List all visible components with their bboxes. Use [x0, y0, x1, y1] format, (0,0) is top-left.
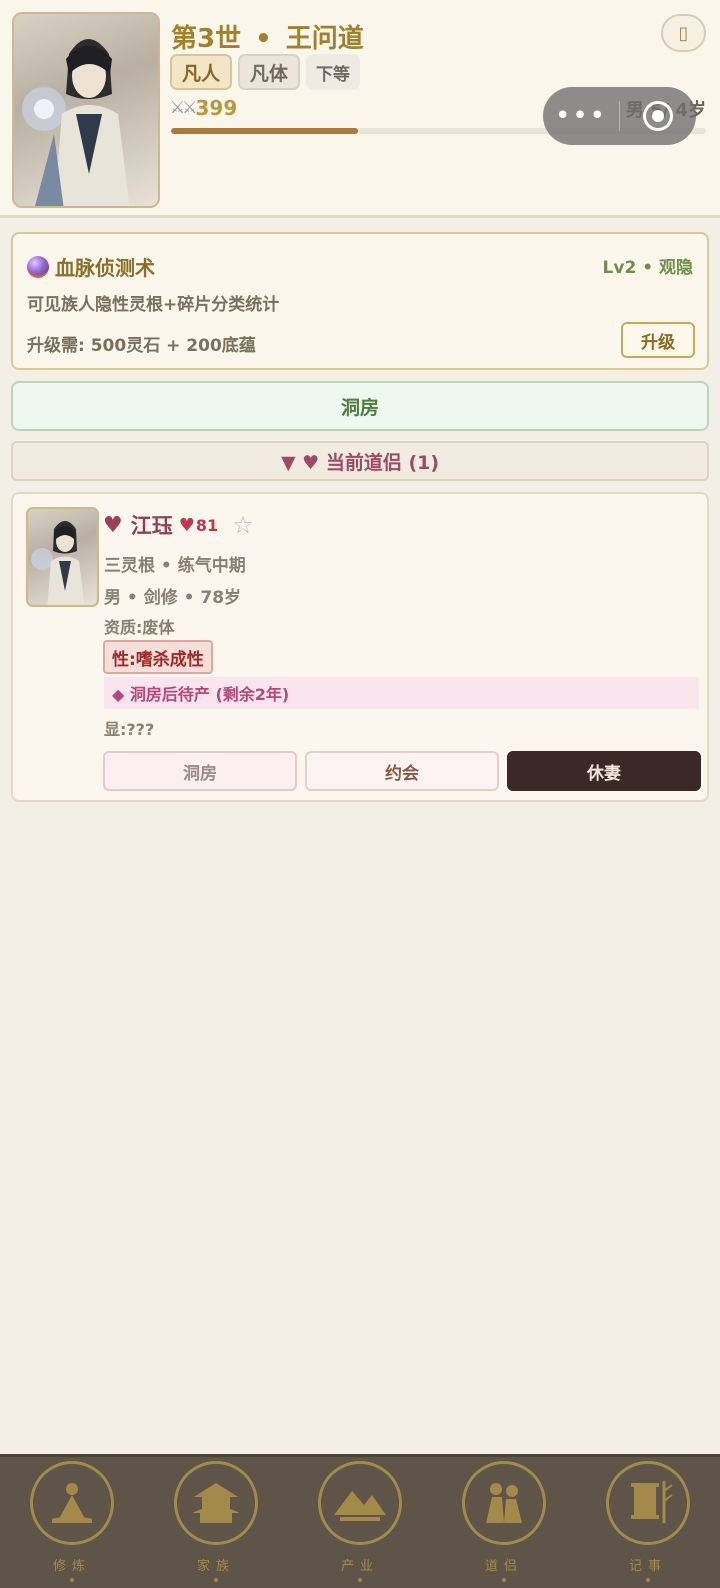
nav-item-family[interactable]: 家族 — [151, 1457, 281, 1588]
partner-name: 江珏 — [130, 514, 173, 538]
meditation-icon — [30, 1461, 114, 1545]
upgrade-cost: 升级需: 500灵石 + 200底蕴 — [27, 336, 256, 356]
skill-description: 可见族人隐性灵根+碎片分类统计 — [27, 295, 280, 315]
nav-label-partner: 道侣 — [484, 1559, 523, 1574]
date-button[interactable]: 约会 — [305, 751, 499, 791]
nav-label-cultivate: 修炼 — [52, 1559, 91, 1574]
mountain-village-icon — [318, 1461, 402, 1545]
heart-icon: ♥ — [103, 512, 123, 538]
portrait-illustration — [22, 39, 130, 206]
nav-item-partner[interactable]: 道侣 — [439, 1457, 569, 1588]
generation-label: 第3世 — [171, 24, 242, 54]
bridal-chamber-action-button[interactable]: 洞房 — [103, 751, 297, 791]
character-title: 第3世 • 王问道 — [171, 18, 364, 55]
character-portrait[interactable] — [12, 12, 160, 208]
crystal-orb-icon — [27, 255, 49, 278]
affection-heart-icon: ♥ — [178, 514, 195, 536]
nav-item-cultivate[interactable]: 修炼 — [7, 1457, 137, 1588]
partner-root-realm: 三灵根 • 练气中期 — [104, 556, 246, 576]
character-name: 王问道 — [285, 24, 364, 54]
divorce-button[interactable]: 休妻 — [507, 751, 701, 791]
skill-title: 血脉侦测术 — [27, 252, 155, 281]
scroll-icon: ▯ — [678, 22, 689, 44]
personality-trait-badge: 性:嗜杀成性 — [103, 640, 213, 674]
scroll-bamboo-icon — [606, 1461, 690, 1545]
partner-aptitude: 资质:废体 — [104, 618, 175, 637]
realm-tag: 凡人 — [170, 54, 233, 90]
nav-label-industry: 产业 — [340, 1559, 379, 1574]
bloodline-skill-card: 血脉侦测术 Lv2 • 观隐 可见族人隐性灵根+碎片分类统计 升级需: 500灵… — [11, 232, 709, 370]
title-separator: • — [255, 24, 272, 54]
grade-tag: 下等 — [306, 54, 361, 90]
more-menu-button[interactable]: ••• — [543, 103, 619, 129]
nav-label-family: 家族 — [196, 1559, 235, 1574]
miniprogram-capsule: ••• — [543, 87, 696, 145]
nav-item-industry[interactable]: 产业 — [295, 1457, 425, 1588]
target-circle-icon — [643, 101, 673, 131]
pavilion-icon — [174, 1461, 258, 1545]
pregnancy-status: ◆ 洞房后待产 (剩余2年) — [104, 677, 699, 709]
favorite-star-icon[interactable]: ☆ — [232, 511, 254, 539]
close-miniprogram-button[interactable] — [620, 87, 696, 145]
nav-item-chronicle[interactable]: 记事 — [583, 1457, 713, 1588]
affection-value: ♥ 81 — [179, 515, 218, 536]
character-header: 第3世•王问道 凡人 凡体 下等 ⚔⚔ 399 男 5/ 4岁 ▯ ••• — [0, 0, 720, 218]
crossed-swords-icon: ⚔⚔ — [170, 98, 198, 118]
partner-card: ♥ 江珏 ♥ 81 ☆ 三灵根 • 练气中期 男 • 剑修 • 78岁 资质:废体… — [11, 492, 709, 802]
skill-level: Lv2 • 观隐 — [602, 258, 693, 278]
hidden-root-info: 显:??? — [104, 720, 155, 739]
nav-label-chronicle: 记事 — [628, 1559, 667, 1574]
scroll-icon-button[interactable]: ▯ — [661, 14, 706, 52]
partner-avatar[interactable] — [26, 507, 99, 607]
exp-progress-fill — [171, 128, 359, 134]
skill-name: 血脉侦测术 — [55, 256, 155, 280]
avatar-illustration — [31, 521, 85, 605]
couple-icon — [462, 1461, 546, 1545]
affection-number: 81 — [195, 515, 219, 535]
power-value: 399 — [195, 96, 238, 120]
partner-name-row: ♥ 江珏 ♥ 81 ☆ — [103, 510, 254, 540]
bridal-chamber-button[interactable]: 洞房 — [11, 381, 709, 431]
physique-tag: 凡体 — [238, 54, 301, 90]
bottom-navigation: 修炼 家族 产业 道侣 记事 — [0, 1454, 720, 1588]
partner-actions: 洞房 约会 休妻 — [103, 751, 701, 791]
partner-gender-class-age: 男 • 剑修 • 78岁 — [104, 588, 242, 608]
character-tags: 凡人 凡体 下等 — [170, 54, 361, 90]
upgrade-button[interactable]: 升级 — [621, 322, 695, 358]
combat-power: ⚔⚔ 399 — [170, 96, 237, 120]
current-partners-toggle[interactable]: ▼ ♥ 当前道侣 (1) — [11, 441, 709, 481]
